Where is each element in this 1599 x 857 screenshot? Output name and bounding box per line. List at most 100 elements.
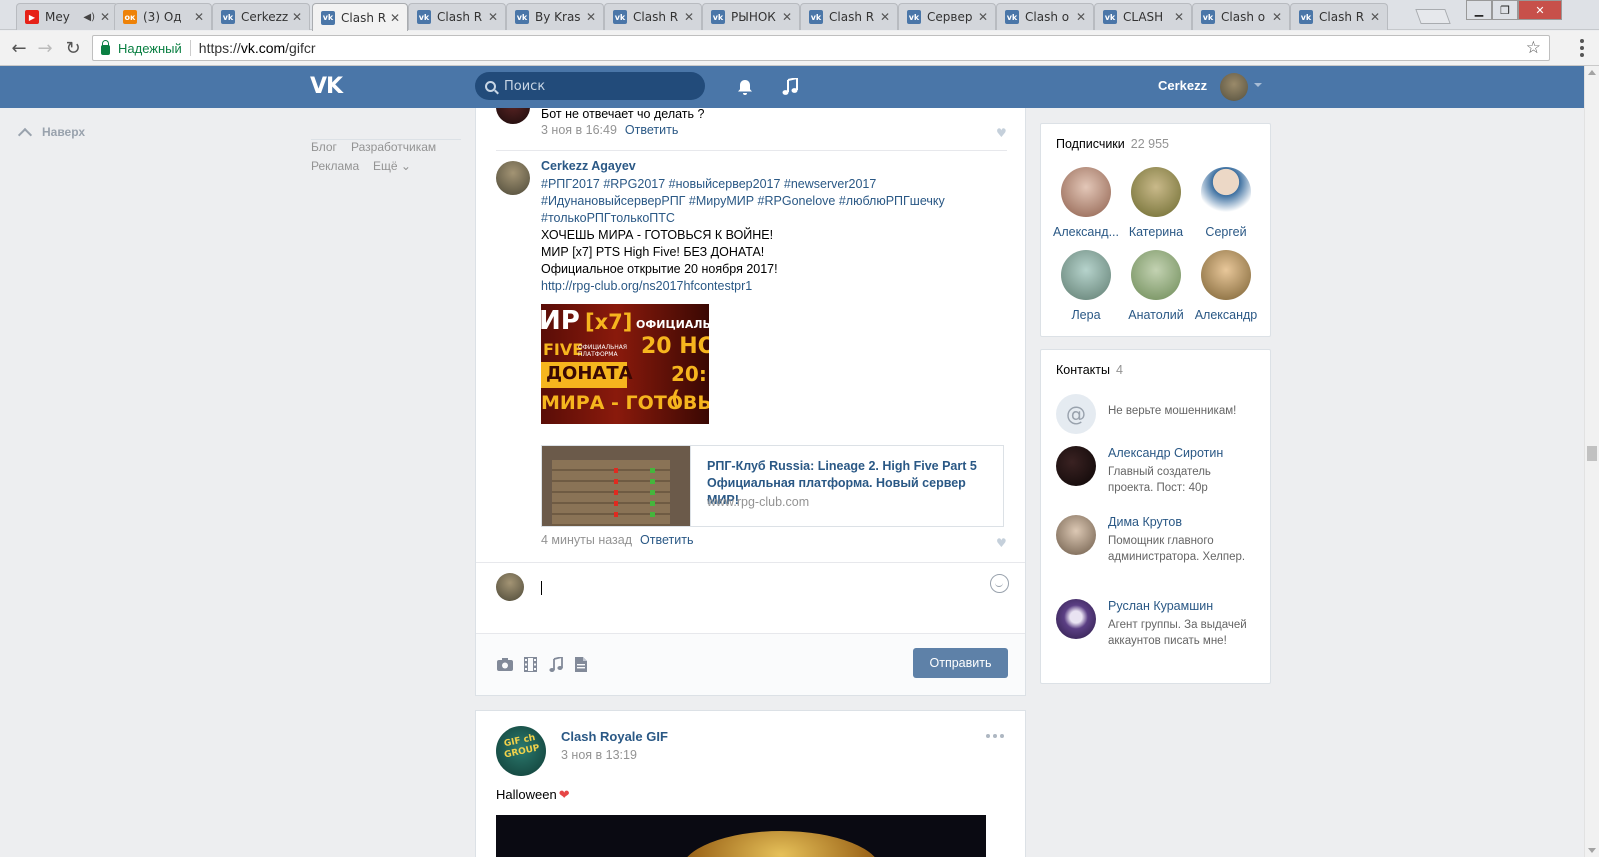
comment-date[interactable]: 3 ноя в 16:49 bbox=[541, 123, 617, 137]
link-snippet[interactable]: РПГ-Клуб Russia: Lineage 2. High Five Pa… bbox=[541, 445, 1004, 527]
community-avatar[interactable]: GIF ch GROUP bbox=[496, 726, 546, 776]
close-icon[interactable]: ✕ bbox=[487, 10, 499, 24]
browser-tab[interactable]: vk Clash R ✕ bbox=[408, 3, 506, 30]
window-close-icon[interactable]: ✕ bbox=[1518, 0, 1562, 20]
browser-tab[interactable]: vk Clash o ✕ bbox=[1192, 3, 1290, 30]
browser-tab[interactable]: vk Clash o ✕ bbox=[996, 3, 1094, 30]
attached-image[interactable]: ИР [x7] ОФИЦИАЛЬ FIVE ОФИЦИАЛЬНАЯ ПЛАТФО… bbox=[541, 304, 709, 424]
close-icon[interactable]: ✕ bbox=[291, 10, 303, 24]
close-icon[interactable]: ✕ bbox=[879, 10, 891, 24]
reply-link[interactable]: Ответить bbox=[625, 123, 678, 137]
comment-link[interactable]: http://rpg-club.org/ns2017hfcontestpr1 bbox=[541, 278, 1011, 295]
music-icon[interactable] bbox=[778, 75, 802, 99]
like-heart-icon[interactable]: ♥ bbox=[996, 126, 1008, 140]
close-icon[interactable]: ✕ bbox=[1369, 10, 1381, 24]
footer-link-blog[interactable]: Блог bbox=[311, 140, 337, 154]
minimize-icon[interactable]: ▁ bbox=[1466, 0, 1492, 20]
comment-author[interactable]: Cerkezz Agayev bbox=[541, 159, 636, 173]
follower-item[interactable]: Катерина bbox=[1121, 167, 1191, 239]
page-scrollbar[interactable] bbox=[1584, 66, 1599, 857]
reply-link[interactable]: Ответить bbox=[640, 533, 693, 547]
browser-tab[interactable]: vk By Kras ✕ bbox=[506, 3, 604, 30]
follower-item[interactable]: Лера bbox=[1051, 250, 1121, 322]
contact-item[interactable]: Дима Крутов Помощник главного администра… bbox=[1056, 515, 1261, 575]
chevron-down-icon[interactable] bbox=[1254, 83, 1262, 87]
contacts-header[interactable]: Контакты 4 bbox=[1056, 363, 1123, 377]
address-bar[interactable]: Надежный https://vk.com/gifcr ☆ bbox=[92, 35, 1550, 61]
avatar[interactable] bbox=[496, 108, 530, 124]
search-input[interactable] bbox=[504, 78, 694, 94]
close-icon[interactable]: ✕ bbox=[585, 10, 597, 24]
reload-icon[interactable]: ↻ bbox=[62, 37, 84, 59]
close-icon[interactable]: ✕ bbox=[193, 10, 205, 24]
camera-icon[interactable] bbox=[496, 656, 513, 673]
browser-tab[interactable]: vk Сервер ✕ bbox=[898, 3, 996, 30]
scrollbar-thumb[interactable] bbox=[1587, 446, 1597, 461]
scroll-to-top-button[interactable]: Наверх bbox=[17, 124, 85, 143]
footer-link-developers[interactable]: Разработчикам bbox=[351, 140, 436, 154]
post-image[interactable] bbox=[496, 815, 986, 857]
bell-icon[interactable] bbox=[733, 75, 757, 99]
browser-tab[interactable]: vk CLASH ✕ bbox=[1094, 3, 1192, 30]
close-icon[interactable]: ✕ bbox=[977, 10, 989, 24]
contact-item[interactable]: Руслан Курамшин Агент группы. За выдачей… bbox=[1056, 599, 1261, 669]
emoji-icon[interactable] bbox=[990, 574, 1009, 593]
hashtag-line[interactable]: #толькоРПГтолькоПТС bbox=[541, 210, 1011, 227]
footer-link-more[interactable]: Ещё ⌄ bbox=[373, 159, 411, 173]
hashtag-line[interactable]: #РПГ2017 #RPG2017 #новыйсервер2017 #news… bbox=[541, 176, 1011, 193]
user-name[interactable]: Cerkezz bbox=[1158, 78, 1207, 93]
contact-item[interactable]: Александр Сиротин Главный создатель прое… bbox=[1056, 446, 1261, 496]
search-box[interactable] bbox=[475, 72, 705, 100]
close-icon[interactable]: ✕ bbox=[1173, 10, 1185, 24]
post-author[interactable]: Clash Royale GIF bbox=[561, 729, 668, 744]
browser-tab[interactable]: ▶ Mey ◀) ✕ bbox=[16, 3, 118, 30]
browser-tab[interactable]: vk Cerkezz ✕ bbox=[212, 3, 310, 30]
browser-tab[interactable]: vk РЫНОК ✕ bbox=[702, 3, 800, 30]
close-icon[interactable]: ✕ bbox=[781, 10, 793, 24]
avatar[interactable] bbox=[1220, 73, 1248, 101]
video-icon[interactable] bbox=[522, 656, 539, 673]
follower-item[interactable]: Александр bbox=[1191, 250, 1261, 322]
scroll-up-arrow-icon[interactable] bbox=[1588, 70, 1596, 75]
close-icon[interactable]: ✕ bbox=[389, 11, 401, 25]
browser-tab[interactable]: ок (3) Од ✕ bbox=[114, 3, 212, 30]
close-icon[interactable]: ✕ bbox=[1271, 10, 1283, 24]
comment-line: Официальное открытие 20 ноября 2017! bbox=[541, 262, 778, 276]
forward-arrow-icon[interactable]: → bbox=[34, 37, 56, 59]
restore-icon[interactable]: ❐ bbox=[1492, 0, 1518, 20]
contact-name[interactable]: Дима Крутов bbox=[1108, 515, 1182, 529]
scroll-down-arrow-icon[interactable] bbox=[1588, 848, 1596, 853]
music-note-icon[interactable] bbox=[547, 656, 564, 673]
close-icon[interactable]: ✕ bbox=[1075, 10, 1087, 24]
follower-item[interactable]: Сергей bbox=[1191, 167, 1261, 239]
back-arrow-icon[interactable]: ← bbox=[8, 37, 30, 59]
follower-item[interactable]: Александ... bbox=[1051, 167, 1121, 239]
browser-tab-bar: ▶ Mey ◀) ✕ ок (3) Од ✕ vk Cerkezz ✕ vk C… bbox=[0, 0, 1599, 31]
browser-tab[interactable]: vk Clash R ✕ bbox=[604, 3, 702, 30]
more-options-icon[interactable] bbox=[986, 734, 1004, 738]
contact-name[interactable]: Александр Сиротин bbox=[1108, 446, 1223, 460]
comment-date[interactable]: 4 минуты назад bbox=[541, 533, 632, 547]
followers-header[interactable]: Подписчики 22 955 bbox=[1056, 137, 1169, 151]
url-text[interactable]: https://vk.com/gifcr bbox=[199, 40, 316, 56]
close-icon[interactable]: ✕ bbox=[99, 10, 111, 24]
speaker-icon[interactable]: ◀) bbox=[83, 12, 95, 23]
vk-logo[interactable]: VK bbox=[310, 74, 343, 99]
comment-input[interactable] bbox=[536, 570, 976, 610]
new-tab-button[interactable] bbox=[1415, 9, 1451, 24]
like-heart-icon[interactable]: ♥ bbox=[996, 536, 1008, 550]
close-icon[interactable]: ✕ bbox=[683, 10, 695, 24]
send-button[interactable]: Отправить bbox=[913, 648, 1008, 678]
browser-tab[interactable]: vk Clash R ✕ bbox=[800, 3, 898, 30]
follower-item[interactable]: Анатолий bbox=[1121, 250, 1191, 322]
bookmark-star-icon[interactable]: ☆ bbox=[1526, 38, 1541, 58]
browser-menu-icon[interactable] bbox=[1572, 37, 1592, 59]
footer-link-ads[interactable]: Реклама bbox=[311, 159, 359, 173]
contact-name[interactable]: Руслан Курамшин bbox=[1108, 599, 1213, 613]
avatar[interactable] bbox=[496, 161, 530, 195]
post-date[interactable]: 3 ноя в 13:19 bbox=[561, 748, 637, 762]
browser-tab[interactable]: vk Clash R ✕ bbox=[1290, 3, 1388, 30]
browser-tab-active[interactable]: vk Clash R ✕ bbox=[312, 3, 408, 31]
document-icon[interactable] bbox=[572, 656, 589, 673]
hashtag-line[interactable]: #ИдунановыйсерверРПГ #МируМИР #RPGonelov… bbox=[541, 193, 1011, 210]
